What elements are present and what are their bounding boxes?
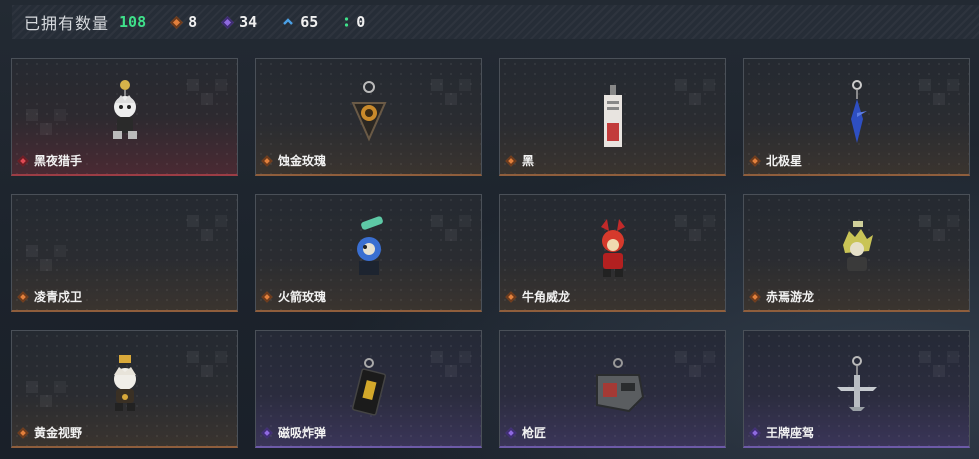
orange-rarity-icon — [261, 154, 273, 167]
card-decoration — [26, 109, 66, 149]
dragon-figure-charm-icon — [842, 221, 873, 271]
rarity-count-orange: 8 — [170, 13, 198, 31]
item-card[interactable]: 赤焉游龙 — [743, 194, 970, 312]
jet-charm-icon — [836, 356, 877, 411]
card-decoration — [919, 79, 959, 119]
horned-figure-charm-icon — [600, 219, 625, 277]
item-name: 蚀金玫瑰 — [261, 152, 327, 169]
item-name: 王牌座驾 — [749, 424, 815, 441]
card-decoration — [187, 351, 227, 391]
item-name: 黄金视野 — [17, 424, 83, 441]
bomb-charm-icon — [351, 358, 386, 416]
rarity-count-blue: 65 — [283, 13, 318, 31]
item-name-text: 王牌座驾 — [766, 426, 815, 440]
item-card[interactable]: 黑 — [499, 58, 726, 176]
item-name-text: 枪匠 — [522, 426, 547, 440]
orange-rarity-icon — [505, 154, 517, 167]
green-count-value: 0 — [356, 13, 366, 31]
star-charm-icon — [850, 80, 867, 143]
item-name: 枪匠 — [505, 424, 547, 441]
item-name: 赤焉游龙 — [749, 288, 815, 305]
rose-emblem-charm-icon — [350, 81, 387, 142]
green-dots-icon — [345, 17, 349, 27]
item-card[interactable]: 王牌座驾 — [743, 330, 970, 448]
gunsmith-badge-charm-icon — [595, 358, 644, 413]
item-name: 牛角威龙 — [505, 288, 571, 305]
orange-rarity-icon — [17, 290, 29, 303]
card-decoration — [187, 215, 227, 255]
purple-rarity-icon — [261, 426, 273, 439]
owned-count-total: 108 — [119, 13, 147, 31]
rarity-count-purple: 34 — [221, 13, 258, 31]
inventory-header: 已拥有数量 108 8 34 65 0 — [12, 5, 979, 39]
item-name: 火箭玫瑰 — [261, 288, 327, 305]
rarity-count-green: 0 — [344, 13, 365, 31]
rocket-figure-charm-icon — [356, 216, 383, 275]
golden-figure-charm-icon — [113, 355, 136, 411]
item-name-text: 赤焉游龙 — [766, 290, 815, 304]
card-decoration — [675, 79, 715, 119]
orange-rarity-icon — [261, 290, 273, 303]
card-decoration — [675, 351, 715, 391]
item-name: 磁吸炸弹 — [261, 424, 327, 441]
item-name: 北极星 — [749, 152, 803, 169]
item-card[interactable]: 枪匠 — [499, 330, 726, 448]
item-card[interactable]: 黑夜猎手 — [11, 58, 238, 176]
item-name: 黑夜猎手 — [17, 152, 83, 169]
card-decoration — [431, 215, 471, 255]
purple-count-value: 34 — [239, 13, 258, 31]
card-decoration — [431, 351, 471, 391]
orange-rarity-icon — [505, 290, 517, 303]
item-name-text: 磁吸炸弹 — [278, 426, 327, 440]
item-name-text: 蚀金玫瑰 — [278, 154, 327, 168]
card-decoration — [675, 215, 715, 255]
blue-chevron-icon — [283, 18, 294, 25]
item-name-text: 凌青戍卫 — [34, 290, 83, 304]
card-decoration — [26, 245, 66, 285]
orange-rarity-icon — [749, 290, 761, 303]
tag-charm-icon — [603, 85, 622, 147]
item-card[interactable]: 北极星 — [743, 58, 970, 176]
owned-count-label: 已拥有数量 — [24, 16, 110, 33]
item-name-text: 黑 — [522, 154, 535, 168]
card-decoration — [431, 79, 471, 119]
item-card[interactable]: 蚀金玫瑰 — [255, 58, 482, 176]
card-decoration — [187, 79, 227, 119]
item-name: 凌青戍卫 — [17, 288, 83, 305]
purple-rarity-icon — [505, 426, 517, 439]
item-name-text: 黑夜猎手 — [34, 154, 83, 168]
item-card[interactable]: 火箭玫瑰 — [255, 194, 482, 312]
item-card[interactable]: 牛角威龙 — [499, 194, 726, 312]
card-decoration — [919, 351, 959, 391]
orange-rarity-icon — [17, 426, 29, 439]
purple-diamond-icon — [221, 15, 235, 29]
orange-diamond-icon — [170, 15, 183, 29]
item-name-text: 火箭玫瑰 — [278, 290, 327, 304]
red-rarity-icon — [17, 154, 29, 167]
item-card[interactable]: 黄金视野 — [11, 330, 238, 448]
card-decoration — [26, 381, 66, 421]
blue-count-value: 65 — [300, 13, 319, 31]
item-card[interactable]: 凌青戍卫 — [11, 194, 238, 312]
item-name-text: 黄金视野 — [34, 426, 83, 440]
item-name: 黑 — [505, 152, 535, 169]
purple-rarity-icon — [749, 426, 761, 439]
hunter-figure-charm-icon — [112, 80, 137, 139]
item-card[interactable]: 磁吸炸弹 — [255, 330, 482, 448]
item-name-text: 北极星 — [766, 154, 803, 168]
item-name-text: 牛角威龙 — [522, 290, 571, 304]
card-decoration — [919, 215, 959, 255]
orange-rarity-icon — [749, 154, 761, 167]
orange-count-value: 8 — [188, 13, 198, 31]
